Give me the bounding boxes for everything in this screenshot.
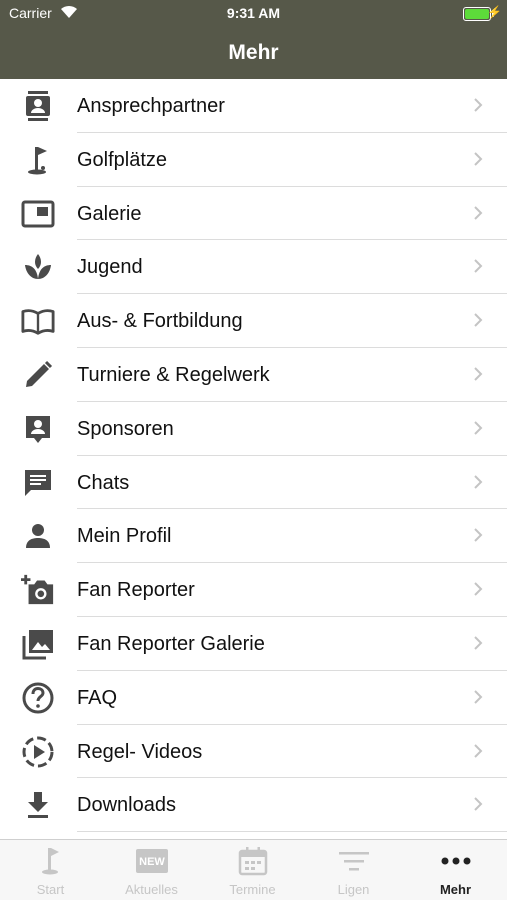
navigation-bar: Carrier 9:31 AM ⚡ Mehr <box>0 0 507 79</box>
menu-item-galerie[interactable]: Galerie <box>0 187 507 241</box>
menu-item-regel-videos[interactable]: Regel- Videos <box>0 725 507 779</box>
question-icon <box>21 682 55 714</box>
play-circle-icon <box>21 736 55 768</box>
more-dots-icon <box>404 846 507 876</box>
chevron-right-icon <box>473 97 483 113</box>
more-menu-list: Ansprechpartner Golfplätze Galerie Jugen… <box>0 79 507 833</box>
charging-icon: ⚡ <box>487 5 502 19</box>
book-icon <box>21 305 55 337</box>
menu-item-aus-fortbildung[interactable]: Aus- & Fortbildung <box>0 294 507 348</box>
download-icon <box>21 789 55 821</box>
tab-aktuelles[interactable]: NEW Aktuelles <box>101 840 202 900</box>
menu-item-turniere-regelwerk[interactable]: Turniere & Regelwerk <box>0 348 507 402</box>
menu-item-label: Chats <box>77 471 130 494</box>
tab-label: Termine <box>229 882 276 897</box>
menu-item-label: Regel- Videos <box>77 740 203 763</box>
sponsor-badge-icon <box>21 413 55 445</box>
menu-item-label: Galerie <box>77 202 142 225</box>
svg-text:NEW: NEW <box>139 856 165 868</box>
contact-card-icon <box>21 90 55 122</box>
chevron-right-icon <box>473 205 483 221</box>
filter-lines-icon <box>303 846 404 876</box>
tab-start[interactable]: Start <box>0 840 101 900</box>
chevron-right-icon <box>473 689 483 705</box>
menu-item-label: Golfplätze <box>77 148 168 171</box>
menu-item-label: Sponsoren <box>77 417 174 440</box>
sprout-icon <box>21 251 55 283</box>
chevron-right-icon <box>473 420 483 436</box>
menu-item-label: Downloads <box>77 794 176 817</box>
tab-label: Aktuelles <box>125 882 178 897</box>
tab-ligen[interactable]: Ligen <box>303 840 404 900</box>
tab-label: Start <box>36 882 65 897</box>
chevron-right-icon <box>473 635 483 651</box>
menu-item-label: Mein Profil <box>77 525 172 548</box>
page-title: Mehr <box>228 41 279 64</box>
status-time: 9:31 AM <box>226 5 281 21</box>
chevron-right-icon <box>473 581 483 597</box>
menu-item-golfplaetze[interactable]: Golfplätze <box>0 133 507 187</box>
chat-icon <box>21 467 55 499</box>
golf-flag-icon <box>0 846 101 876</box>
menu-item-label: Jugend <box>77 256 143 279</box>
menu-item-chats[interactable]: Chats <box>0 456 507 510</box>
gallery-icon <box>21 198 55 230</box>
photo-library-icon <box>21 628 55 660</box>
menu-item-label: Ansprechpartner <box>77 95 225 117</box>
golf-flag-icon <box>21 144 55 176</box>
calendar-icon <box>202 846 303 876</box>
menu-item-fan-reporter[interactable]: Fan Reporter <box>0 563 507 617</box>
chevron-right-icon <box>473 527 483 543</box>
menu-item-label: Turniere & Regelwerk <box>77 363 270 386</box>
chevron-right-icon <box>473 258 483 274</box>
new-badge-icon: NEW <box>101 846 202 876</box>
chevron-right-icon <box>473 743 483 759</box>
status-bar: Carrier 9:31 AM ⚡ <box>0 0 507 28</box>
menu-item-faq[interactable]: FAQ <box>0 671 507 725</box>
chevron-right-icon <box>473 312 483 328</box>
tab-termine[interactable]: Termine <box>202 840 303 900</box>
chevron-right-icon <box>473 151 483 167</box>
menu-item-sponsoren[interactable]: Sponsoren <box>0 402 507 456</box>
tab-bar: Start NEW Aktuelles Termine Ligen Mehr <box>0 839 507 900</box>
menu-item-downloads[interactable]: Downloads <box>0 778 507 833</box>
tab-label: Ligen <box>337 882 370 897</box>
tab-label: Mehr <box>439 882 472 897</box>
person-icon <box>21 520 55 552</box>
tab-mehr[interactable]: Mehr <box>404 840 507 900</box>
menu-item-fan-reporter-galerie[interactable]: Fan Reporter Galerie <box>0 617 507 671</box>
chevron-right-icon <box>473 366 483 382</box>
pencil-icon <box>21 359 55 391</box>
chevron-right-icon <box>473 796 483 812</box>
menu-item-label: Fan Reporter <box>77 579 195 602</box>
chevron-right-icon <box>473 474 483 490</box>
menu-item-jugend[interactable]: Jugend <box>0 240 507 295</box>
menu-item-label: Fan Reporter Galerie <box>77 632 265 655</box>
menu-item-ansprechpartner[interactable]: Ansprechpartner <box>0 79 507 133</box>
menu-item-mein-profil[interactable]: Mein Profil <box>0 509 507 564</box>
menu-item-label: FAQ <box>77 686 118 709</box>
menu-item-label: Aus- & Fortbildung <box>77 310 243 333</box>
add-camera-icon <box>21 574 55 606</box>
